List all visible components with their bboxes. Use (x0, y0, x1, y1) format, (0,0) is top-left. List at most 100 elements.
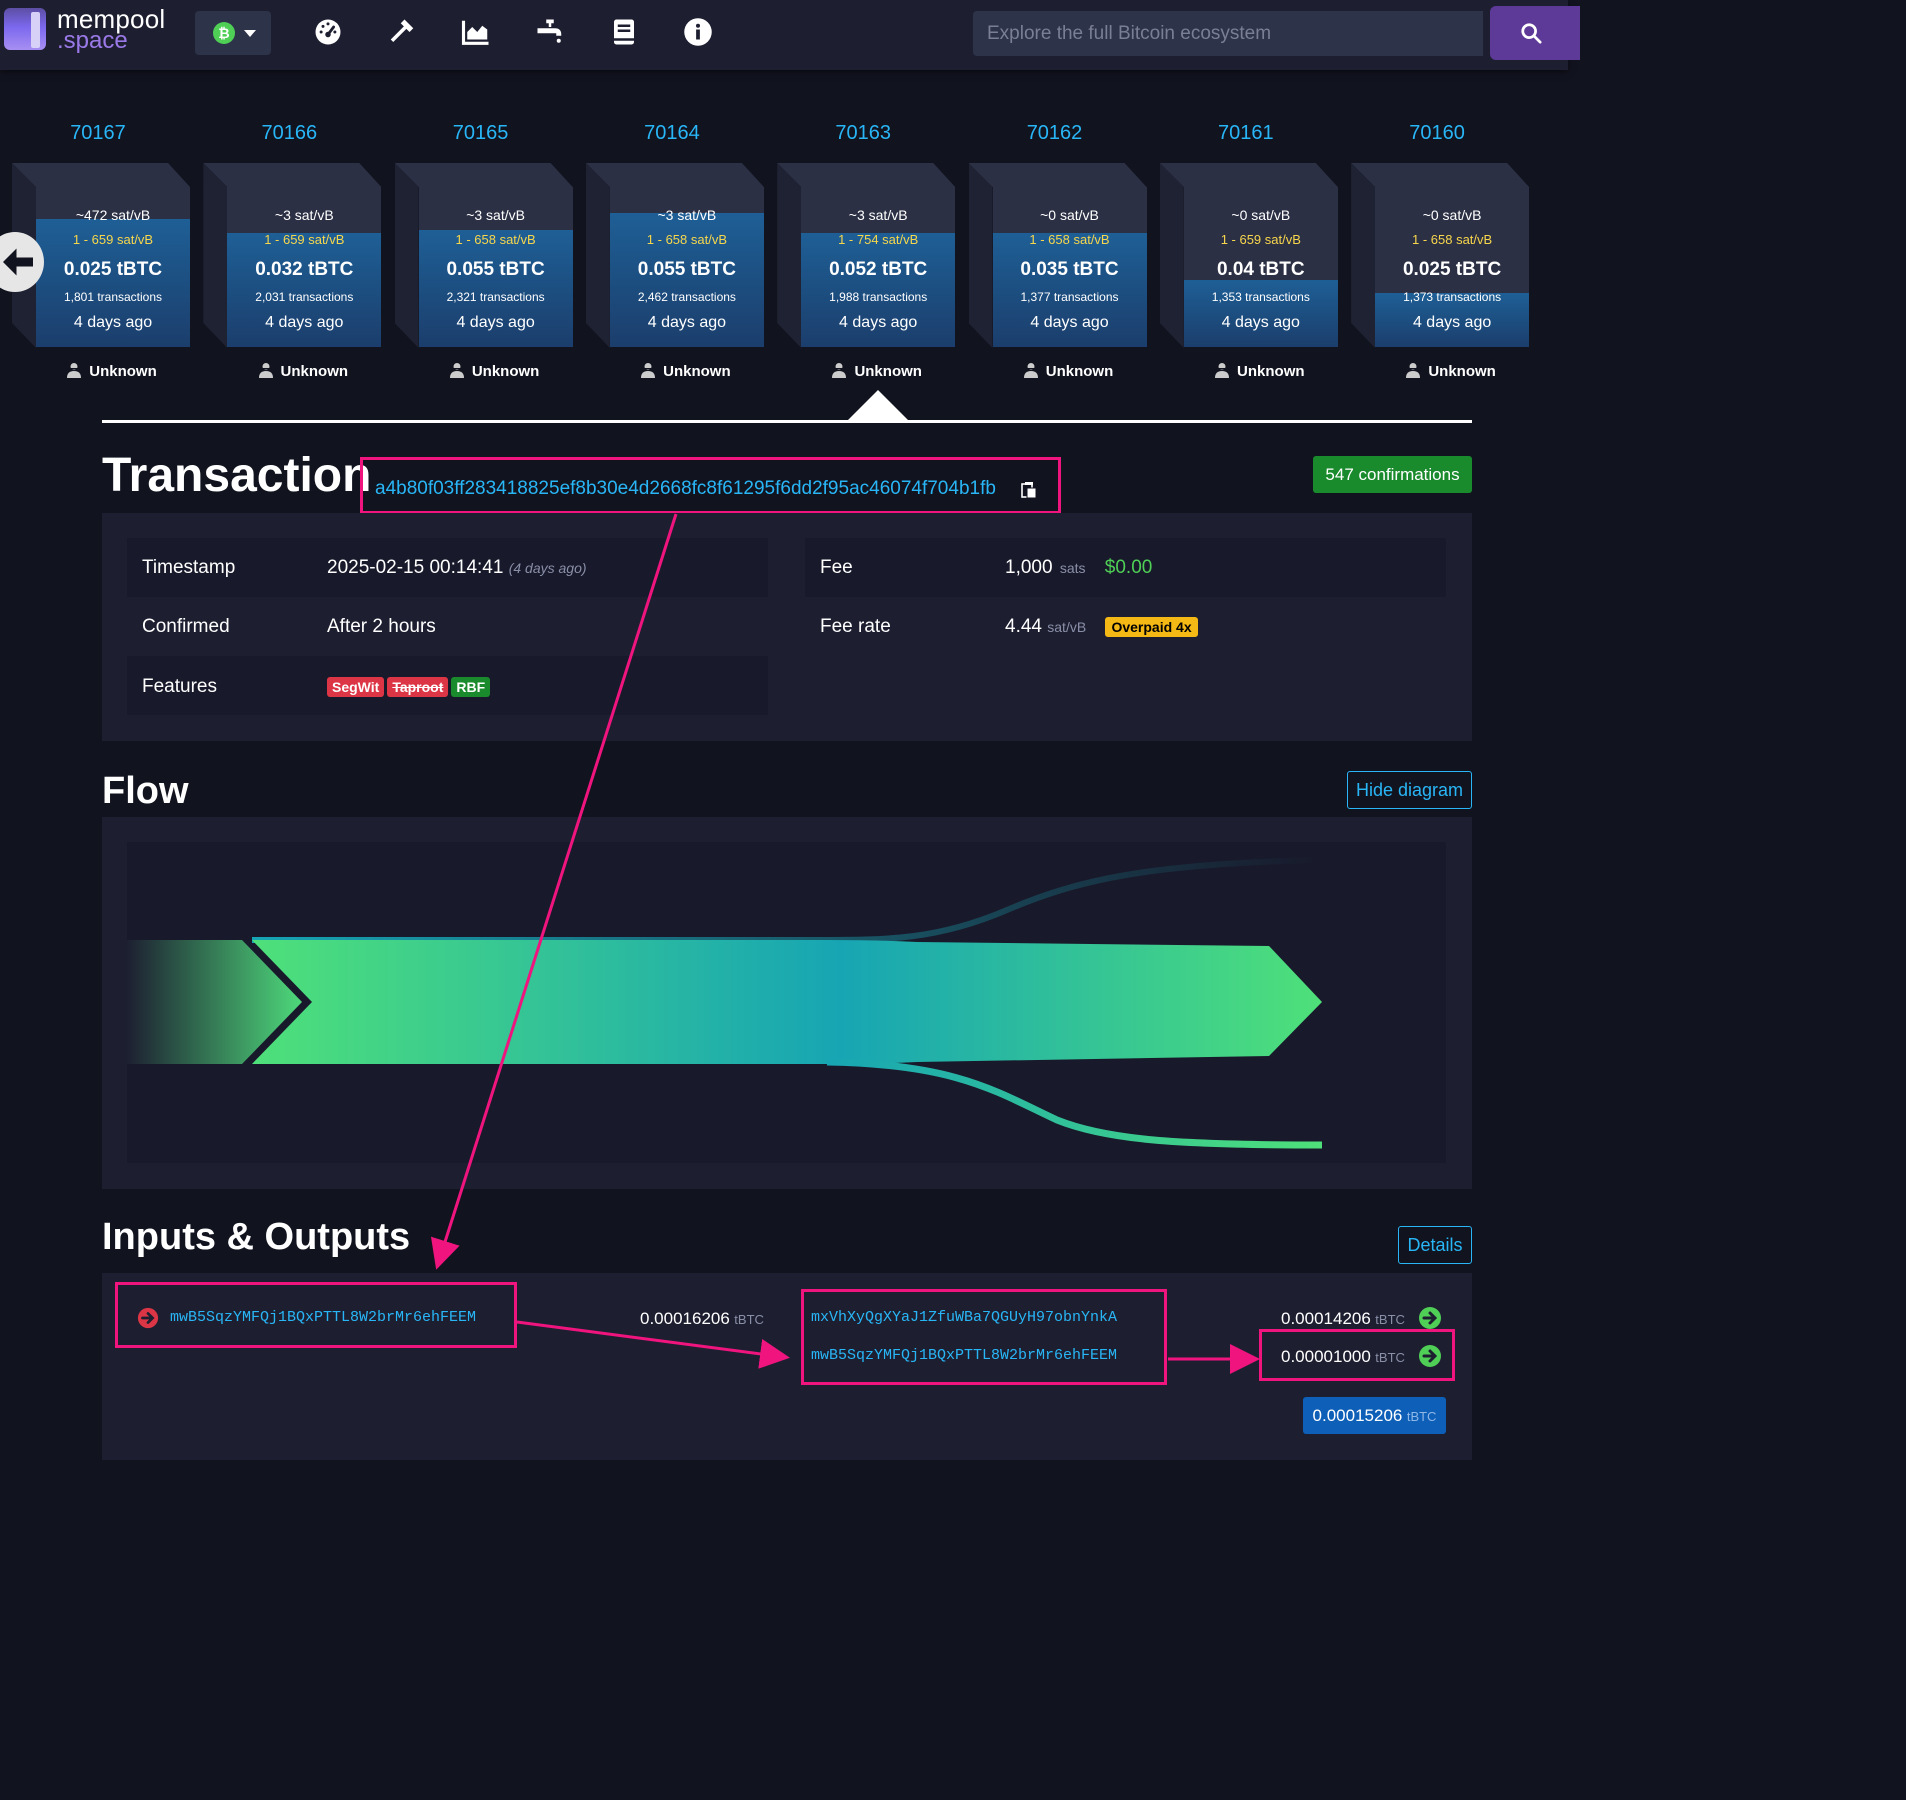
block-pool-name: Unknown (89, 363, 157, 380)
fee-value: 1,000 sats $0.00 (1005, 557, 1152, 579)
block-top (968, 163, 1147, 187)
taproot-badge[interactable]: Taproot (387, 677, 449, 697)
miner-user-icon (641, 363, 656, 378)
block-height-link[interactable]: 70166 (229, 122, 349, 145)
block-cube[interactable]: ~3 sat/vB 1 - 658 sat/vB 0.055 tBTC 2,462 t… (585, 163, 764, 348)
block-top (1159, 163, 1338, 187)
block-time: 4 days ago (1030, 314, 1109, 331)
block-cube[interactable]: ~3 sat/vB 1 - 658 sat/vB 0.055 tBTC 2,321 t… (394, 163, 573, 348)
output-amount-1-unit: tBTC (1375, 1312, 1405, 1327)
chevron-down-icon (244, 30, 256, 37)
segwit-badge[interactable]: SegWit (327, 677, 385, 697)
block-median-fee: ~3 sat/vB (274, 207, 334, 223)
input-spent-icon[interactable] (137, 1307, 159, 1329)
block-face: ~0 sat/vB 1 - 658 sat/vB 0.025 tBTC 1,373 t… (1375, 187, 1530, 347)
block-fee-range: 1 - 658 sat/vB (455, 232, 536, 247)
block-fee-range: 1 - 658 sat/vB (1411, 232, 1493, 247)
miner-user-icon (67, 363, 82, 378)
block-cube[interactable]: ~3 sat/vB 1 - 659 sat/vB 0.032 tBTC 2,031 t… (203, 163, 382, 348)
block-face: ~3 sat/vB 1 - 754 sat/vB 0.052 tBTC 1,988 t… (801, 187, 956, 347)
output-unspent-icon[interactable] (1418, 1306, 1442, 1330)
block-pool-name: Unknown (663, 363, 731, 380)
miner-user-icon (1023, 363, 1038, 378)
fee-rate-row: Fee rate 4.44 sat/vB Overpaid 4x (805, 597, 1446, 656)
search-input[interactable] (973, 11, 1483, 56)
logo-subtext[interactable]: .space (57, 27, 128, 55)
block-height-link[interactable]: 70167 (38, 122, 158, 145)
block-cube[interactable]: ~3 sat/vB 1 - 754 sat/vB 0.052 tBTC 1,988 t… (777, 163, 956, 348)
flow-diagram (127, 842, 1446, 1163)
block-top (585, 163, 764, 187)
block-pool[interactable]: Unknown (420, 362, 570, 380)
miner-user-icon (449, 363, 464, 378)
output-address-1[interactable]: mxVhXyQgXYaJ1ZfuWBa7QGUyH97obnYnkA (811, 1309, 1117, 1326)
block-top (1351, 163, 1530, 187)
block-height-link[interactable]: 70161 (1186, 122, 1306, 145)
fee-rate-unit: sat/vB (1047, 619, 1087, 635)
block-pool[interactable]: Unknown (228, 362, 378, 380)
output-unspent-icon[interactable] (1418, 1344, 1442, 1368)
block-top (203, 163, 382, 187)
block-median-fee: ~472 sat/vB (75, 207, 151, 223)
block-cube[interactable]: ~0 sat/vB 1 - 659 sat/vB 0.04 tBTC 1,353 tr… (1159, 163, 1338, 348)
block-size: 0.025 tBTC (1402, 259, 1502, 280)
block-face: ~3 sat/vB 1 - 658 sat/vB 0.055 tBTC 2,462 t… (609, 187, 764, 347)
block-pool[interactable]: Unknown (37, 362, 187, 380)
block-cube[interactable]: ~0 sat/vB 1 - 658 sat/vB 0.025 tBTC 1,373 t… (1351, 163, 1530, 348)
block-time: 4 days ago (1221, 314, 1300, 331)
mining-hammer-icon[interactable] (387, 17, 417, 47)
block-tx-count: 1,988 transactions (829, 290, 928, 304)
miner-user-icon (258, 363, 273, 378)
block-pool-name: Unknown (471, 363, 540, 380)
blocks-divider (102, 420, 1472, 423)
block-pool[interactable]: Unknown (611, 362, 761, 380)
block-pool[interactable]: Unknown (802, 362, 952, 380)
selected-block-pointer (847, 390, 909, 421)
flow-title: Flow (102, 770, 189, 812)
block-tx-count: 2,031 transactions (255, 290, 354, 304)
timestamp-ago: (4 days ago) (508, 560, 587, 576)
block-size: 0.04 tBTC (1216, 259, 1305, 280)
block-time: 4 days ago (839, 314, 918, 331)
input-amount-unit: tBTC (734, 1312, 764, 1327)
top-navbar: mempool .space ₿ (0, 0, 1580, 70)
block-size: 0.025 tBTC (63, 259, 163, 280)
rbf-badge[interactable]: RBF (451, 677, 491, 697)
block-pool-name: Unknown (854, 363, 922, 380)
network-selector-button[interactable]: ₿ (195, 11, 271, 55)
hide-diagram-button[interactable]: Hide diagram (1347, 771, 1472, 809)
output-address-2[interactable]: mwB5SqzYMFQj1BQxPTTL8W2brMr6ehFEEM (811, 1347, 1117, 1364)
block-height-link[interactable]: 70160 (1377, 122, 1497, 145)
block-height-link[interactable]: 70165 (421, 122, 541, 145)
block-pool[interactable]: Unknown (994, 362, 1144, 380)
block-fee-range: 1 - 754 sat/vB (838, 232, 919, 247)
faucet-icon[interactable] (535, 17, 565, 47)
block-height-link[interactable]: 70162 (995, 122, 1115, 145)
block-cube[interactable]: ~0 sat/vB 1 - 658 sat/vB 0.035 tBTC 1,377 t… (968, 163, 1147, 348)
input-address[interactable]: mwB5SqzYMFQj1BQxPTTL8W2brMr6ehFEEM (170, 1309, 476, 1326)
transaction-id-link[interactable]: a4b80f03ff283418825ef8b30e4d2668fc8f6129… (375, 478, 996, 500)
block-face: ~0 sat/vB 1 - 659 sat/vB 0.04 tBTC 1,353 tr… (1183, 187, 1338, 347)
mempool-logo-icon[interactable] (4, 8, 46, 50)
block-size: 0.055 tBTC (637, 259, 736, 280)
details-button[interactable]: Details (1398, 1226, 1472, 1264)
block-tx-count: 2,462 transactions (637, 290, 736, 304)
block-face: ~3 sat/vB 1 - 658 sat/vB 0.055 tBTC 2,321 t… (418, 187, 573, 347)
dashboard-icon[interactable] (313, 17, 343, 47)
graphs-icon[interactable] (461, 17, 491, 47)
block-height-link[interactable]: 70164 (612, 122, 732, 145)
block-pool[interactable]: Unknown (1185, 362, 1335, 380)
copy-icon[interactable] (1021, 481, 1037, 499)
block-side (203, 163, 228, 348)
block-pool[interactable]: Unknown (1376, 362, 1526, 380)
docs-book-icon[interactable] (609, 17, 639, 47)
block-size: 0.055 tBTC (446, 259, 545, 280)
about-info-icon[interactable] (683, 17, 713, 47)
block-side (585, 163, 610, 348)
io-title: Inputs & Outputs (102, 1216, 411, 1258)
fee-usd: $0.00 (1104, 557, 1153, 578)
block-median-fee: ~3 sat/vB (848, 207, 908, 223)
confirmed-label: Confirmed (142, 616, 230, 637)
block-height-link[interactable]: 70163 (803, 122, 923, 145)
search-button[interactable] (1490, 6, 1580, 60)
